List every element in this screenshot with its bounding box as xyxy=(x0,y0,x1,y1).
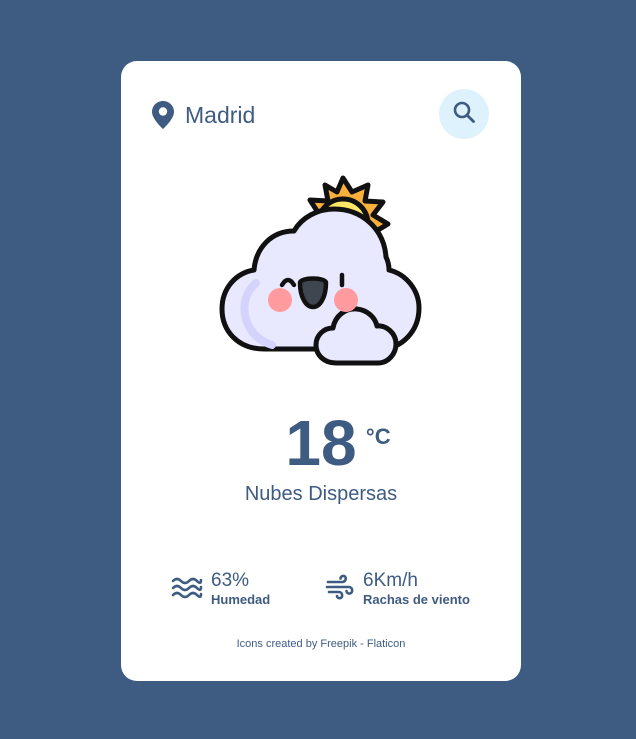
wind-value: 6Km/h xyxy=(363,570,418,591)
location: Madrid xyxy=(151,99,255,131)
cloud-sun-icon xyxy=(216,173,426,368)
search-button[interactable] xyxy=(439,89,489,139)
waves-icon xyxy=(171,575,203,604)
wind-label: Rachas de viento xyxy=(363,592,470,607)
wind-text: 6Km/h Rachas de viento xyxy=(363,570,470,608)
humidity-text: 63% Humedad xyxy=(211,570,270,608)
temperature-block: 18 °C xyxy=(121,411,521,481)
search-icon xyxy=(452,100,476,129)
weather-card: Madrid 18 °C Nubes Dispersas 63% Humedad… xyxy=(121,61,521,681)
temperature-value: 18 xyxy=(285,407,357,479)
humidity-label: Humedad xyxy=(211,592,271,607)
weather-description: Nubes Dispersas xyxy=(244,483,398,505)
temperature: 18 °C xyxy=(285,411,390,475)
humidity-value: 63% xyxy=(211,570,250,591)
card-header: Madrid xyxy=(151,89,491,141)
icon-credits[interactable]: Icons created by Freepik - Flaticon xyxy=(121,638,521,650)
map-pin-icon xyxy=(151,100,175,130)
weather-stats: 63% Humedad 6Km/h Rachas de viento xyxy=(171,567,491,611)
humidity-stat: 63% Humedad xyxy=(171,567,270,611)
wind-icon xyxy=(325,574,355,605)
wind-stat: 6Km/h Rachas de viento xyxy=(325,567,470,611)
temperature-unit: °C xyxy=(365,424,391,449)
city-name: Madrid xyxy=(185,101,256,128)
